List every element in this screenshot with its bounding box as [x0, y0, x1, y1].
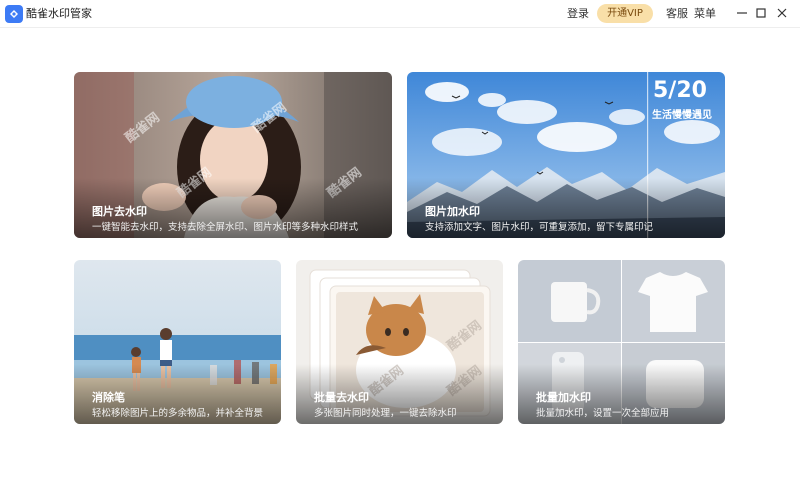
- maximize-icon[interactable]: [752, 4, 770, 22]
- card-batch-add-watermark[interactable]: 批量加水印 批量加水印，设置一次全部应用: [518, 260, 725, 424]
- card-description: 支持添加文字、图片水印，可重复添加，留下专属印记: [425, 222, 654, 233]
- login-link[interactable]: 登录: [567, 6, 589, 22]
- app-name: 酷雀水印管家: [26, 7, 92, 20]
- card-title: 批量加水印: [536, 391, 591, 404]
- card-title: 消除笔: [92, 391, 125, 404]
- card-add-watermark[interactable]: 5/20 生活慢慢遇见 图片加水印 支持添加文字、图片水印，可重复添加，留下专属…: [407, 72, 725, 238]
- card-description: 批量加水印，设置一次全部应用: [536, 408, 670, 419]
- app-logo-icon: [5, 5, 23, 23]
- card-title: 图片去水印: [92, 205, 147, 218]
- menu-link[interactable]: 菜单: [694, 6, 716, 22]
- card-batch-remove-watermark[interactable]: 酷雀网 酷雀网 酷雀网 批量去水印 多张图片同时处理，一键去除水印: [296, 260, 503, 424]
- vip-button[interactable]: 开通VIP: [597, 4, 653, 23]
- card-description: 轻松移除图片上的多余物品，并补全背景: [92, 408, 264, 419]
- card-title: 图片加水印: [425, 205, 480, 218]
- service-link[interactable]: 客服: [666, 6, 688, 22]
- card-title: 批量去水印: [314, 391, 369, 404]
- date-overlay-text: 5/20: [653, 78, 707, 103]
- overlay-subtext: 生活慢慢遇见: [652, 110, 712, 121]
- card-description: 多张图片同时处理，一键去除水印: [314, 408, 457, 419]
- card-eraser[interactable]: 消除笔 轻松移除图片上的多余物品，并补全背景: [74, 260, 281, 424]
- card-description: 一键智能去水印，支持去除全屏水印、图片水印等多种水印样式: [92, 222, 359, 233]
- card-remove-watermark[interactable]: 酷雀网 酷雀网 酷雀网 酷雀网 图片去水印 一键智能去水印，支持去除全屏水印、图…: [74, 72, 392, 238]
- minimize-icon[interactable]: [733, 4, 751, 22]
- title-bar: 酷雀水印管家 登录 开通VIP 客服 菜单: [0, 0, 800, 28]
- close-icon[interactable]: [773, 4, 791, 22]
